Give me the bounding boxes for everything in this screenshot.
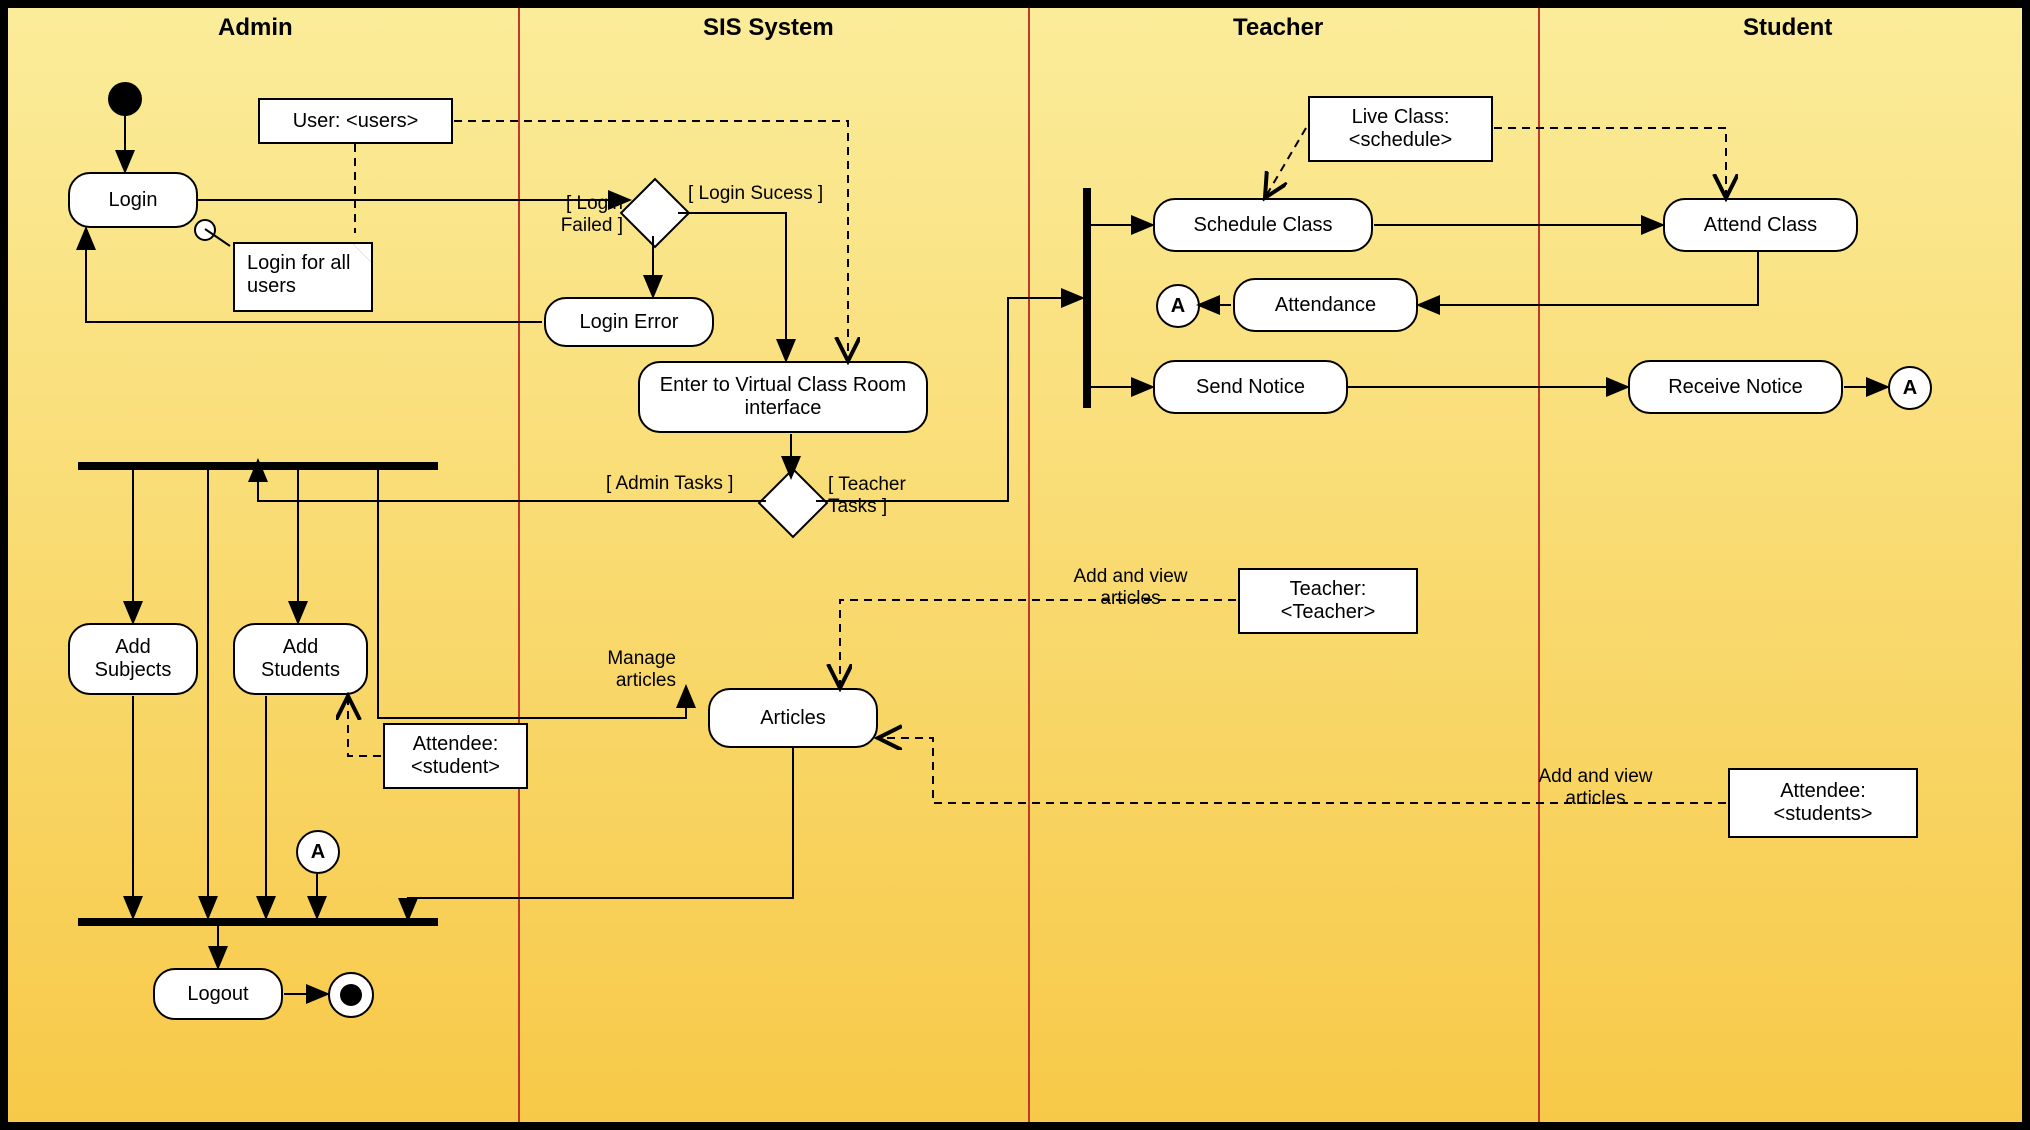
lane-title-student: Student <box>1743 14 1832 42</box>
activity-send-notice: Send Notice <box>1153 360 1348 414</box>
initial-node <box>108 82 142 116</box>
lane-divider-2 <box>1028 8 1030 1122</box>
guard-login-failed: [ Login Failed ] <box>528 193 623 237</box>
activity-attendance: Attendance <box>1233 278 1418 332</box>
label-add-view-teacher: Add and view articles <box>1043 566 1218 610</box>
activity-add-subjects: Add Subjects <box>68 623 198 695</box>
object-user: User: <users> <box>258 98 453 144</box>
connector-a-1: A <box>1156 284 1200 328</box>
fork-admin <box>78 462 438 470</box>
guard-teacher-tasks: [ Teacher Tasks ] <box>828 474 938 518</box>
guard-login-success: [ Login Sucess ] <box>688 183 823 205</box>
activity-enter-virtual: Enter to Virtual Class Room interface <box>638 361 928 433</box>
activity-receive-notice: Receive Notice <box>1628 360 1843 414</box>
note-anchor <box>194 219 216 241</box>
label-add-view-students: Add and view articles <box>1508 766 1683 810</box>
connector-a-2: A <box>296 830 340 874</box>
activity-login: Login <box>68 172 198 228</box>
activity-articles: Articles <box>708 688 878 748</box>
object-attendee-student: Attendee: <student> <box>383 723 528 789</box>
note-login: Login for all users <box>233 242 373 312</box>
final-node <box>328 972 374 1018</box>
lane-title-sis: SIS System <box>703 14 834 42</box>
lane-title-admin: Admin <box>218 14 293 42</box>
activity-attend-class: Attend Class <box>1663 198 1858 252</box>
label-manage-articles: Manage articles <box>566 648 676 692</box>
activity-add-students: Add Students <box>233 623 368 695</box>
join-admin <box>78 918 438 926</box>
guard-admin-tasks: [ Admin Tasks ] <box>606 473 733 495</box>
activity-logout: Logout <box>153 968 283 1020</box>
object-attendee-students: Attendee: <students> <box>1728 768 1918 838</box>
object-teacher: Teacher: <Teacher> <box>1238 568 1418 634</box>
decision-tasks <box>758 468 829 539</box>
object-live-class: Live Class: <schedule> <box>1308 96 1493 162</box>
decision-login <box>620 178 691 249</box>
activity-login-error: Login Error <box>544 297 714 347</box>
edges <box>8 8 2022 1122</box>
lane-divider-3 <box>1538 8 1540 1122</box>
lane-divider-1 <box>518 8 520 1122</box>
lane-title-teacher: Teacher <box>1233 14 1323 42</box>
activity-schedule-class: Schedule Class <box>1153 198 1373 252</box>
activity-diagram: Admin SIS System Teacher Student Login L… <box>0 0 2030 1130</box>
fork-teacher <box>1083 188 1091 408</box>
connector-a-3: A <box>1888 366 1932 410</box>
